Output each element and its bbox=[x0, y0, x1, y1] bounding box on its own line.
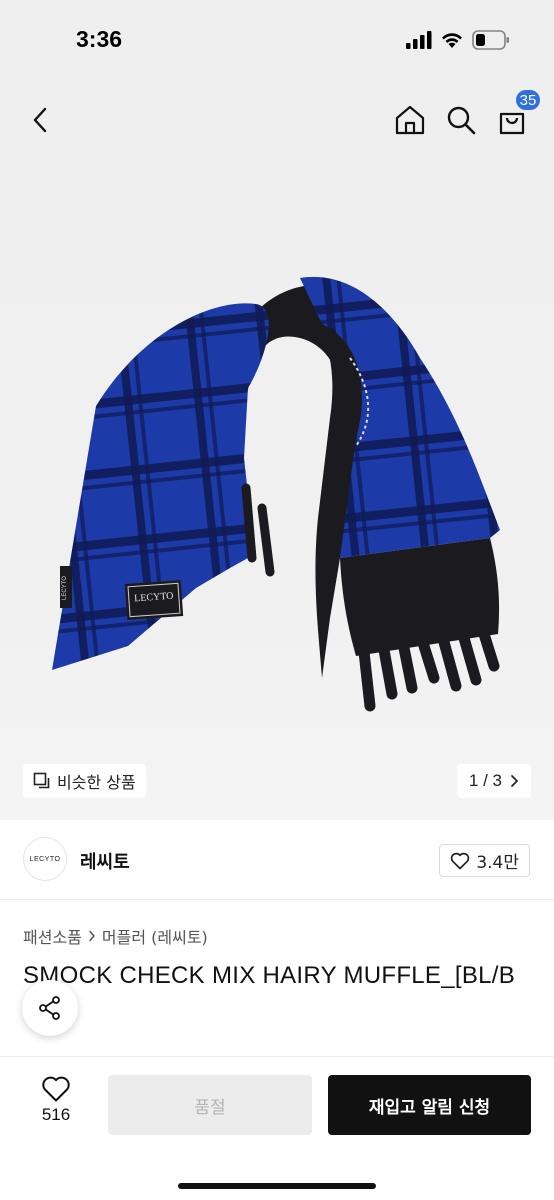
product-title: SMOCK CHECK MIX HAIRY MUFFLE_[BL/B bbox=[23, 962, 516, 989]
top-nav-bar: 35 bbox=[0, 84, 554, 158]
wifi-icon bbox=[442, 33, 462, 48]
heart-icon bbox=[451, 852, 470, 869]
similar-products-label: 비슷한 상품 bbox=[57, 773, 136, 792]
brand-like-button[interactable]: 3.4만 bbox=[439, 844, 530, 877]
scarf-product-image: LECYTO LECYTO bbox=[52, 276, 500, 712]
status-bar: 3:36 bbox=[0, 0, 554, 84]
back-button[interactable] bbox=[22, 102, 58, 138]
breadcrumb: 패션소품 머플러 (레씨토) bbox=[23, 924, 208, 948]
chevron-right-icon bbox=[511, 775, 518, 787]
pager-text: 1 / 3 bbox=[468, 771, 502, 790]
cellular-signal-icon bbox=[406, 31, 432, 49]
wishlist-button[interactable]: 516 bbox=[32, 1075, 80, 1125]
breadcrumb-subcategory[interactable]: 머플러 (레씨토) bbox=[102, 924, 208, 948]
brand-logo[interactable]: LECYTO bbox=[23, 837, 67, 881]
status-icons bbox=[406, 30, 510, 50]
home-indicator bbox=[178, 1183, 376, 1189]
brand-logo-text: LECYTO bbox=[29, 855, 61, 863]
heart-icon bbox=[42, 1076, 70, 1102]
share-icon bbox=[39, 996, 60, 1020]
copy-icon bbox=[33, 772, 50, 789]
status-time: 3:36 bbox=[76, 26, 123, 52]
chevron-left-icon bbox=[33, 107, 47, 133]
soldout-button: 품절 bbox=[108, 1075, 312, 1135]
search-button[interactable] bbox=[443, 102, 479, 138]
bottom-action-bar: 516 품절 재입고 알림 신청 bbox=[0, 1056, 554, 1200]
search-icon bbox=[447, 106, 476, 135]
brand-like-count: 3.4만 bbox=[476, 853, 519, 873]
share-button[interactable] bbox=[22, 980, 78, 1036]
tag-text: LECYTO bbox=[62, 576, 68, 600]
wishlist-count: 516 bbox=[41, 1105, 71, 1124]
brand-name[interactable]: 레씨토 bbox=[80, 848, 130, 874]
brand-row: LECYTO 레씨토 3.4만 bbox=[0, 820, 554, 900]
image-pager[interactable]: 1 / 3 bbox=[456, 764, 531, 798]
home-button[interactable] bbox=[392, 102, 428, 138]
chevron-right-icon bbox=[89, 930, 95, 942]
breadcrumb-category[interactable]: 패션소품 bbox=[23, 924, 82, 948]
similar-products-button[interactable]: 비슷한 상품 bbox=[23, 764, 146, 798]
home-icon bbox=[395, 105, 425, 135]
battery-icon bbox=[472, 30, 509, 50]
restock-alert-button[interactable]: 재입고 알림 신청 bbox=[328, 1075, 531, 1135]
product-image-gallery[interactable]: LECYTO LECYTO bbox=[0, 158, 554, 820]
cart-count-badge: 35 bbox=[514, 88, 542, 112]
cart-button[interactable]: 35 bbox=[494, 88, 542, 138]
